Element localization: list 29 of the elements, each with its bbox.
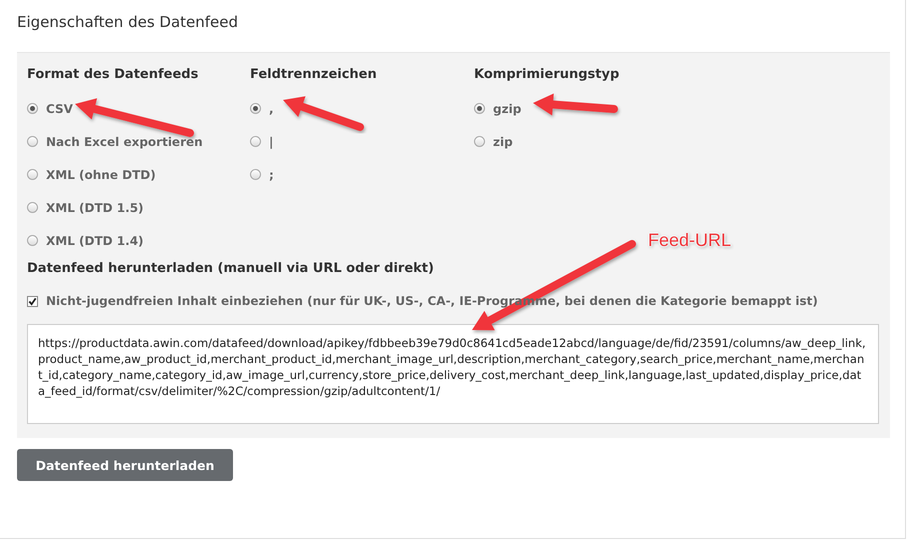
group-heading: Feldtrennzeichen xyxy=(250,67,377,82)
option-label: gzip xyxy=(493,102,522,116)
radio-button[interactable] xyxy=(250,136,261,147)
group-heading: Komprimierungstyp xyxy=(474,67,620,82)
radio-button[interactable] xyxy=(250,103,261,114)
radio-button[interactable] xyxy=(474,136,485,147)
download-heading: Datenfeed herunterladen (manuell via URL oder direkt) xyxy=(27,261,434,276)
annotation-label: Feed-URL xyxy=(648,230,732,251)
checkbox[interactable] xyxy=(27,296,38,306)
radio-button[interactable] xyxy=(27,235,38,246)
radio-button[interactable] xyxy=(250,169,261,180)
section-title: Eigenschaften des Datenfeed xyxy=(17,13,238,31)
url-text-area[interactable]: https://productdata.awin.com/datafeed/download/apikey/fdbbeeb39e79d0c8641cd5eade12abcd/language/de/fid/23591/columns/aw_deep_link,product_name,aw_product_id,merchant_product_id,merchant_image_url,description,merchant_category,search_price,merchant_name,merchant_id,category_name,category_id,aw_image_url,currency,store_price,delivery_cost,merchant_deep_link,language,last_updated,display_price,data_feed_id/format/csv/delimiter/%2C/compression/gzip/adultcontent/1/ xyxy=(27,324,879,424)
option-label: XML (DTD 1.5) xyxy=(46,200,144,214)
option-label: | xyxy=(269,134,274,148)
radio-button[interactable] xyxy=(27,169,38,180)
group-heading: Format des Datenfeeds xyxy=(27,67,198,82)
radio-button[interactable] xyxy=(27,103,38,114)
option-label: zip xyxy=(493,134,513,148)
option-label: ; xyxy=(269,168,274,182)
radio-button[interactable] xyxy=(27,202,38,213)
radio-button[interactable] xyxy=(27,136,38,147)
option-label: Nach Excel exportieren xyxy=(46,134,203,148)
download-button[interactable]: Datenfeed herunterladen xyxy=(17,449,233,481)
radio-button[interactable] xyxy=(474,103,485,114)
option-label: XML (DTD 1.4) xyxy=(46,234,144,248)
option-label: XML (ohne DTD) xyxy=(46,168,156,182)
option-label: , xyxy=(269,102,274,116)
option-label: CSV xyxy=(46,102,73,116)
